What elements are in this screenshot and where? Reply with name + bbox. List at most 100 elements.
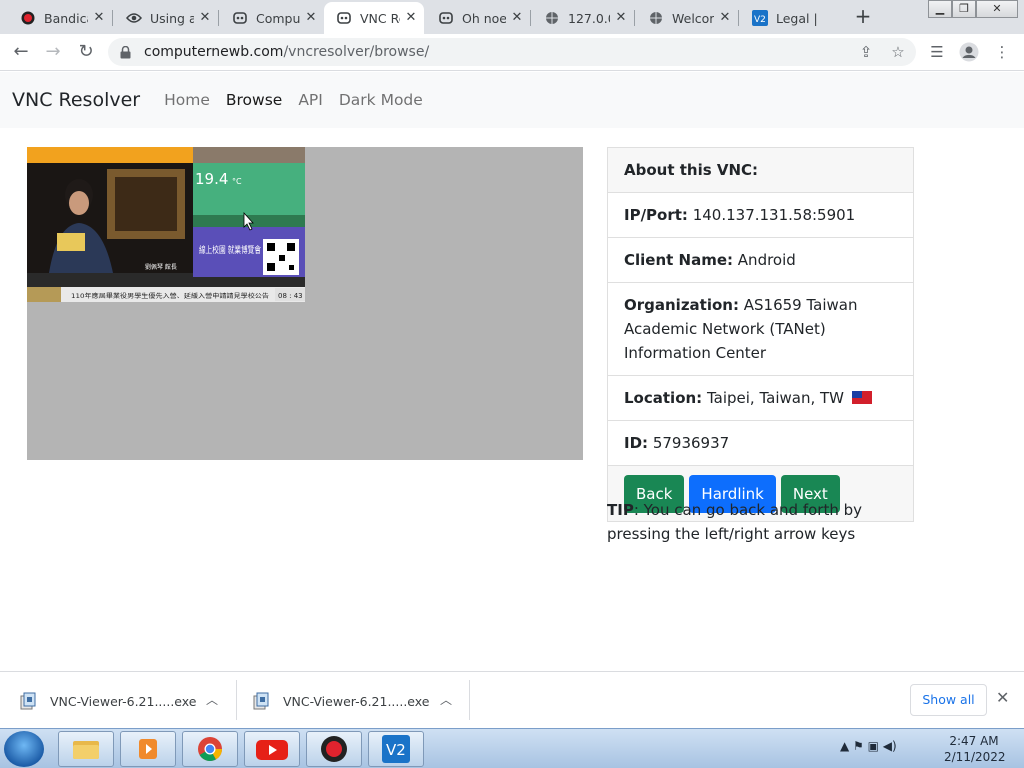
location-row: Location: Taipei, Taiwan, TW <box>608 376 913 421</box>
ip-label: IP/Port: <box>624 206 688 224</box>
tab-bandicam[interactable]: Bandica ✕ <box>8 2 112 34</box>
client-name-row: Client Name: Android <box>608 238 913 283</box>
clock-date: 2/11/2022 <box>944 750 1006 764</box>
close-icon[interactable]: ✕ <box>404 11 418 25</box>
svg-text:V2: V2 <box>754 15 766 25</box>
screenshot-thumbnail: 19.4 °C 劉佩琴 館長 線上校園 就業博覽會 110年應屆畢業役男學生優先… <box>27 147 305 302</box>
nav-api[interactable]: API <box>298 91 323 109</box>
chevron-up-icon[interactable]: ︿ <box>440 691 452 708</box>
svg-text:V2: V2 <box>386 741 406 759</box>
download-filename: VNC-Viewer-6.21.....exe <box>50 693 197 709</box>
close-icon[interactable]: ✕ <box>304 11 318 25</box>
id-row: ID: 57936937 <box>608 421 913 466</box>
org-label: Organization: <box>624 296 739 314</box>
close-icon[interactable]: ✕ <box>996 688 1009 707</box>
chevron-up-icon[interactable]: ︿ <box>206 691 218 708</box>
globe-icon <box>648 10 664 26</box>
vnc-robot-icon <box>438 10 454 26</box>
close-icon[interactable]: ✕ <box>198 11 212 25</box>
url-text: computernewb.com/vncresolver/browse/ <box>144 44 429 60</box>
reload-icon[interactable]: ↻ <box>74 40 98 64</box>
nav-dark-mode[interactable]: Dark Mode <box>339 91 423 109</box>
eye-icon <box>126 10 142 26</box>
screenshot-name-caption: 劉佩琴 館長 <box>145 263 177 271</box>
browser-toolbar: ← → ↻ computernewb.com/vncresolver/brows… <box>0 34 1024 71</box>
installer-file-icon <box>253 692 269 710</box>
forward-arrow-icon[interactable]: → <box>41 40 65 64</box>
nav-home[interactable]: Home <box>164 91 210 109</box>
tab-title: Bandica <box>44 10 88 26</box>
close-window-button[interactable]: ✕ <box>976 0 1018 18</box>
id-label: ID: <box>624 434 649 452</box>
tab-welcome[interactable]: Welcom ✕ <box>636 2 738 34</box>
profile-avatar-icon[interactable] <box>957 40 981 64</box>
location-label: Location: <box>624 389 703 407</box>
url-path: /vncresolver/browse/ <box>283 44 430 60</box>
windows-taskbar: V2 ▲ ⚑ ▣ ◀) 2:47 AM 2/11/2022 <box>0 728 1024 768</box>
globe-icon <box>544 10 560 26</box>
start-button[interactable] <box>4 731 44 767</box>
download-item[interactable]: VNC-Viewer-6.21.....exe <box>20 680 196 722</box>
close-icon[interactable]: ✕ <box>718 11 732 25</box>
clock-time: 2:47 AM <box>949 734 999 748</box>
tab-computernewb[interactable]: Compu ✕ <box>220 2 324 34</box>
show-all-button[interactable]: Show all <box>910 684 987 716</box>
tab-separator <box>218 10 219 26</box>
location-value: Taipei, Taiwan, TW <box>706 389 844 407</box>
tab-title: Legal | <box>776 10 818 26</box>
address-bar[interactable]: computernewb.com/vncresolver/browse/ <box>108 38 916 66</box>
vnc-screenshot: 19.4 °C 劉佩琴 館長 線上校園 就業博覽會 110年應屆畢業役男學生優先… <box>27 147 583 460</box>
close-icon[interactable]: ✕ <box>510 11 524 25</box>
media-control-icon[interactable]: ☰ <box>925 40 949 64</box>
close-icon[interactable]: ✕ <box>614 11 628 25</box>
download-item[interactable]: VNC-Viewer-6.21.....exe <box>253 680 429 722</box>
share-icon[interactable]: ⇪ <box>854 40 878 64</box>
client-value: Android <box>737 251 796 269</box>
download-separator <box>469 680 470 720</box>
screenshot-banner: 線上校園 就業博覽會 <box>199 244 261 256</box>
tab-title: Using a <box>150 10 194 26</box>
minimize-button[interactable]: ▁ <box>928 0 952 18</box>
tip-text: TIP: You can go back and forth by pressi… <box>607 498 917 546</box>
maximize-button[interactable]: ❐ <box>952 0 976 18</box>
site-brand[interactable]: VNC Resolver <box>12 89 140 111</box>
tab-strip: Bandica ✕ Using a ✕ Compu ✕ VNC Re ✕ Oh … <box>0 0 1024 34</box>
card-header: About this VNC: <box>608 148 913 193</box>
vnc-viewer-icon[interactable]: V2 <box>368 731 424 767</box>
bookmark-star-icon[interactable]: ☆ <box>886 40 910 64</box>
tab-separator <box>112 10 113 26</box>
nav-browse[interactable]: Browse <box>226 91 282 109</box>
back-arrow-icon[interactable]: ← <box>9 40 33 64</box>
tab-separator <box>738 10 739 26</box>
taskbar-clock[interactable]: 2:47 AM 2/11/2022 <box>944 733 1006 765</box>
bandicam-record-icon[interactable] <box>306 731 362 767</box>
system-tray[interactable]: ▲ ⚑ ▣ ◀) <box>840 739 897 753</box>
media-player-icon[interactable] <box>120 731 176 767</box>
tab-title: VNC Re <box>360 10 400 26</box>
file-explorer-icon[interactable] <box>58 731 114 767</box>
tab-localhost[interactable]: 127.0.0 ✕ <box>532 2 634 34</box>
organization-row: Organization: AS1659 Taiwan Academic Net… <box>608 283 913 376</box>
youtube-icon[interactable] <box>244 731 300 767</box>
new-tab-button[interactable]: + <box>852 6 874 28</box>
id-value: 57936937 <box>652 434 730 452</box>
taiwan-flag-icon <box>851 391 872 404</box>
vnc-info-card: About this VNC: IP/Port: 140.137.131.58:… <box>607 147 914 522</box>
tab-separator <box>530 10 531 26</box>
tab-legal[interactable]: V2 Legal | <box>740 2 840 34</box>
site-navbar: VNC Resolver Home Browse API Dark Mode <box>0 72 1024 128</box>
tab-title: Welcom <box>672 10 714 26</box>
close-icon[interactable]: ✕ <box>92 11 106 25</box>
screenshot-clock: 08 : 43 <box>278 292 303 300</box>
bandicam-record-icon <box>20 10 36 26</box>
tab-vnc-resolver[interactable]: VNC Re ✕ <box>324 2 424 34</box>
chrome-icon[interactable] <box>182 731 238 767</box>
kebab-menu-icon[interactable]: ⋮ <box>990 40 1014 64</box>
tab-oh-noes[interactable]: Oh noe ✕ <box>426 2 530 34</box>
download-filename: VNC-Viewer-6.21.....exe <box>283 693 430 709</box>
tab-using[interactable]: Using a ✕ <box>114 2 218 34</box>
tab-title: Oh noe <box>462 10 506 26</box>
tab-title: Compu <box>256 10 300 26</box>
vnc-logo-icon: V2 <box>752 10 768 26</box>
url-host: computernewb.com <box>144 44 284 60</box>
